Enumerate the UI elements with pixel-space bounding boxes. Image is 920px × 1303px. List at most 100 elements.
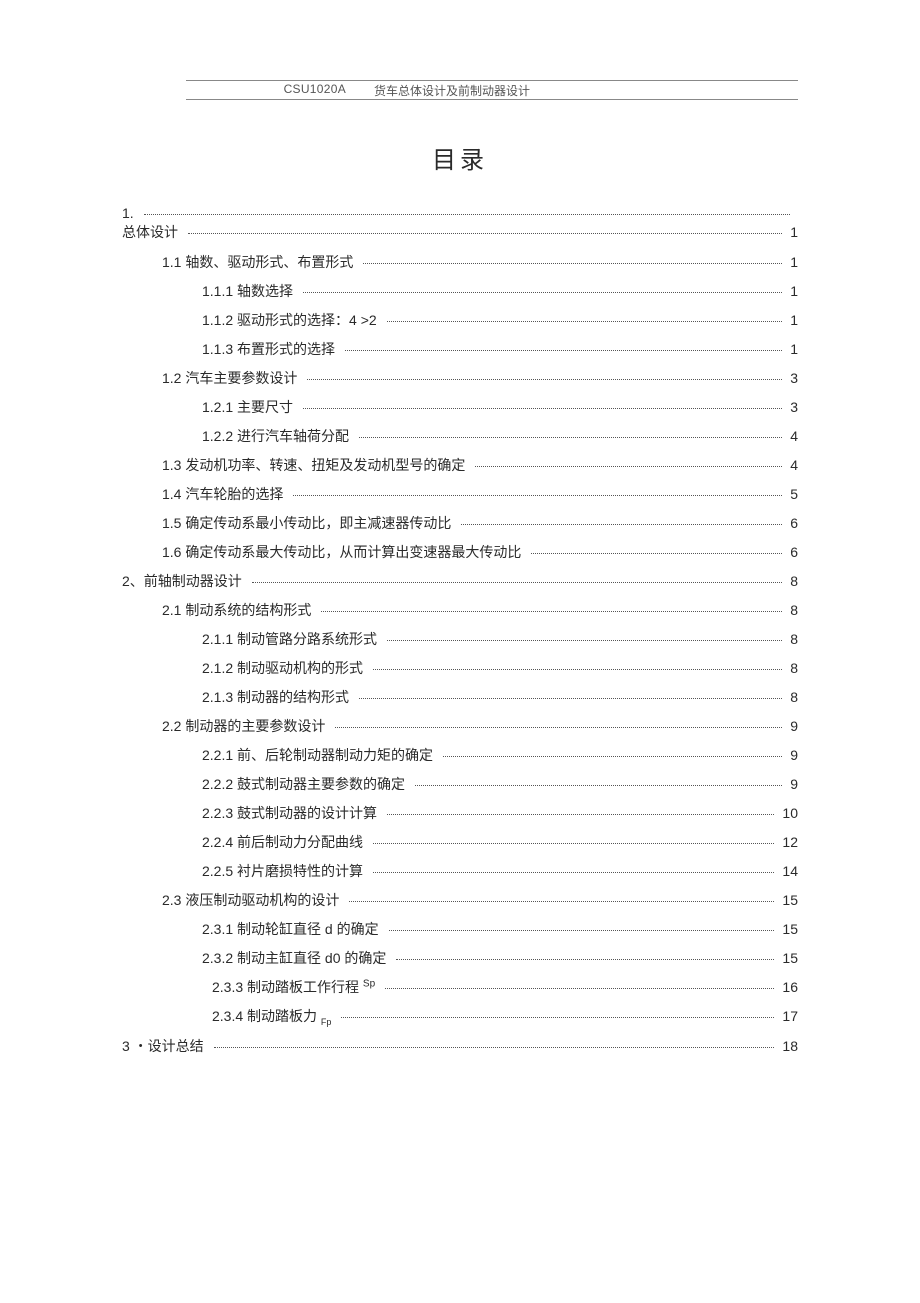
toc-label: 总体设计	[122, 222, 184, 242]
toc-leader-dots	[335, 727, 782, 728]
toc-page-number: 8	[786, 602, 798, 618]
toc-page-number: 9	[786, 776, 798, 792]
toc-entry: 1.1.3 布置形式的选择1	[202, 339, 798, 359]
toc-page-number: 4	[786, 428, 798, 444]
toc-entry: 3 ・设计总结 18	[122, 1036, 798, 1056]
toc-page-number: 12	[778, 834, 798, 850]
toc-leader-dots	[475, 466, 782, 467]
toc-leader-dots	[387, 814, 774, 815]
toc-entry: 2.3.1 制动轮缸直径 d 的确定 15	[202, 919, 798, 939]
toc-page-number: 1	[786, 283, 798, 299]
toc-label: 1.1.1 轴数选择	[202, 281, 299, 301]
toc-entry: 1.1.1 轴数选择 1	[202, 281, 798, 301]
toc-page-number: 6	[786, 515, 798, 531]
toc-leader-dots	[389, 930, 775, 931]
toc-label: 1.	[122, 205, 140, 221]
toc-label: 2.1.3 制动器的结构形式	[202, 687, 355, 707]
toc-entry: 2.2.3 鼓式制动器的设计计算10	[202, 803, 798, 823]
toc-label: 3 ・设计总结	[122, 1036, 210, 1056]
toc-page-number: 8	[786, 660, 798, 676]
toc-leader-dots	[341, 1017, 774, 1018]
toc-leader-dots	[144, 214, 790, 215]
toc-page-number: 8	[786, 573, 798, 589]
toc-title: 目录	[122, 140, 798, 175]
toc-entry: 2.1.3 制动器的结构形式8	[202, 687, 798, 707]
toc-leader-dots	[373, 669, 782, 670]
toc-label: 2.3 液压制动驱动机构的设计	[162, 890, 345, 910]
toc-entry: 1.5 确定传动系最小传动比，即主减速器传动比 6	[162, 513, 798, 533]
toc-page-number: 1	[786, 254, 798, 270]
toc-entry: 2.2.1 前、后轮制动器制动力矩的确定9	[202, 745, 798, 765]
toc-label: 2.3.2 制动主缸直径 d0 的确定	[202, 948, 392, 968]
toc-page-number: 1	[786, 224, 798, 240]
toc-label: 1.4 汽车轮胎的选择	[162, 484, 289, 504]
toc-entry: 1.2 汽车主要参数设计 3	[162, 368, 798, 388]
toc-leader-dots	[359, 437, 782, 438]
toc-page-number: 5	[786, 486, 798, 502]
toc-leader-dots	[293, 495, 782, 496]
toc-page-number: 15	[778, 950, 798, 966]
toc-entry: 2.2 制动器的主要参数设计 9	[162, 716, 798, 736]
toc-stacked-entry: 1.总体设计 1	[122, 205, 798, 242]
toc-leader-dots	[461, 524, 782, 525]
toc-leader-dots	[385, 988, 774, 989]
toc-leader-dots	[415, 785, 782, 786]
toc-label: 2.2 制动器的主要参数设计	[162, 716, 331, 736]
toc-leader-dots	[345, 350, 782, 351]
toc-label: 2.1 制动系统的结构形式	[162, 600, 317, 620]
toc-page-number: 3	[786, 370, 798, 386]
toc-entry: 1.4 汽车轮胎的选择 5	[162, 484, 798, 504]
page-header: CSU1020A 货车总体设计及前制动器设计	[122, 80, 798, 100]
toc-label: 2.2.2 鼓式制动器主要参数的确定	[202, 774, 411, 794]
toc-page-number: 1	[786, 312, 798, 328]
toc-entry: 总体设计 1	[122, 222, 798, 242]
table-of-contents: 1.总体设计11.1 轴数、驱动形式、布置形式11.1.1 轴数选择11.1.2…	[122, 205, 798, 1056]
toc-entry: 2.3.2 制动主缸直径 d0 的确定 15	[202, 948, 798, 968]
toc-leader-dots	[359, 698, 782, 699]
toc-page-number: 9	[786, 718, 798, 734]
toc-page-number: 3	[786, 399, 798, 415]
toc-page-number: 15	[778, 892, 798, 908]
toc-label: 1.2.2 进行汽车轴荷分配	[202, 426, 355, 446]
toc-page-number: 8	[786, 631, 798, 647]
toc-page-number: 10	[778, 805, 798, 821]
toc-entry: 2.3 液压制动驱动机构的设计 15	[162, 890, 798, 910]
toc-entry: 2.3.4 制动踏板力 Fp 17	[212, 1006, 798, 1027]
toc-label: 2、前轴制动器设计	[122, 571, 248, 591]
document-page: CSU1020A 货车总体设计及前制动器设计 目录 1.总体设计11.1 轴数、…	[0, 0, 920, 1303]
toc-page-number: 6	[786, 544, 798, 560]
toc-entry: 2.2.5 衬片磨损特性的计算 14	[202, 861, 798, 881]
toc-entry: 1.1.2 驱动形式的选择：4 >2 1	[202, 310, 798, 330]
toc-label: 1.2 汽车主要参数设计	[162, 368, 303, 388]
toc-label: 1.5 确定传动系最小传动比，即主减速器传动比	[162, 513, 457, 533]
toc-page-number: 14	[778, 863, 798, 879]
toc-leader-dots	[396, 959, 774, 960]
toc-page-number: 4	[786, 457, 798, 473]
toc-entry: 2、前轴制动器设计 8	[122, 571, 798, 591]
toc-page-number: 18	[778, 1038, 798, 1054]
toc-leader-dots	[387, 321, 783, 322]
header-title: 货车总体设计及前制动器设计	[350, 80, 798, 100]
toc-entry: 1.1 轴数、驱动形式、布置形式1	[162, 252, 798, 272]
toc-leader-dots	[443, 756, 782, 757]
toc-label: 2.2.5 衬片磨损特性的计算	[202, 861, 369, 881]
toc-entry: 1.6 确定传动系最大传动比，从而计算出变速器最大传动比6	[162, 542, 798, 562]
toc-entry: 1.	[122, 205, 798, 221]
toc-entry: 2.3.3 制动踏板工作行程 Sp16	[212, 977, 798, 997]
toc-label: 1.3 发动机功率、转速、扭矩及发动机型号的确定	[162, 455, 471, 475]
toc-leader-dots	[252, 582, 782, 583]
toc-page-number: 15	[778, 921, 798, 937]
toc-label: 2.1.1 制动管路分路系统形式	[202, 629, 383, 649]
toc-label: 2.3.1 制动轮缸直径 d 的确定	[202, 919, 385, 939]
toc-label: 2.2.4 前后制动力分配曲线	[202, 832, 369, 852]
toc-page-number: 17	[778, 1008, 798, 1024]
toc-entry: 2.1.1 制动管路分路系统形式 8	[202, 629, 798, 649]
toc-page-number: 1	[786, 341, 798, 357]
toc-label: 1.1.2 驱动形式的选择：4 >2	[202, 310, 383, 330]
toc-label: 2.3.4 制动踏板力 Fp	[212, 1006, 337, 1027]
toc-leader-dots	[363, 263, 782, 264]
toc-entry: 1.2.1 主要尺寸3	[202, 397, 798, 417]
toc-entry: 1.2.2 进行汽车轴荷分配 4	[202, 426, 798, 446]
toc-leader-dots	[214, 1047, 775, 1048]
toc-entry: 2.2.2 鼓式制动器主要参数的确定 9	[202, 774, 798, 794]
